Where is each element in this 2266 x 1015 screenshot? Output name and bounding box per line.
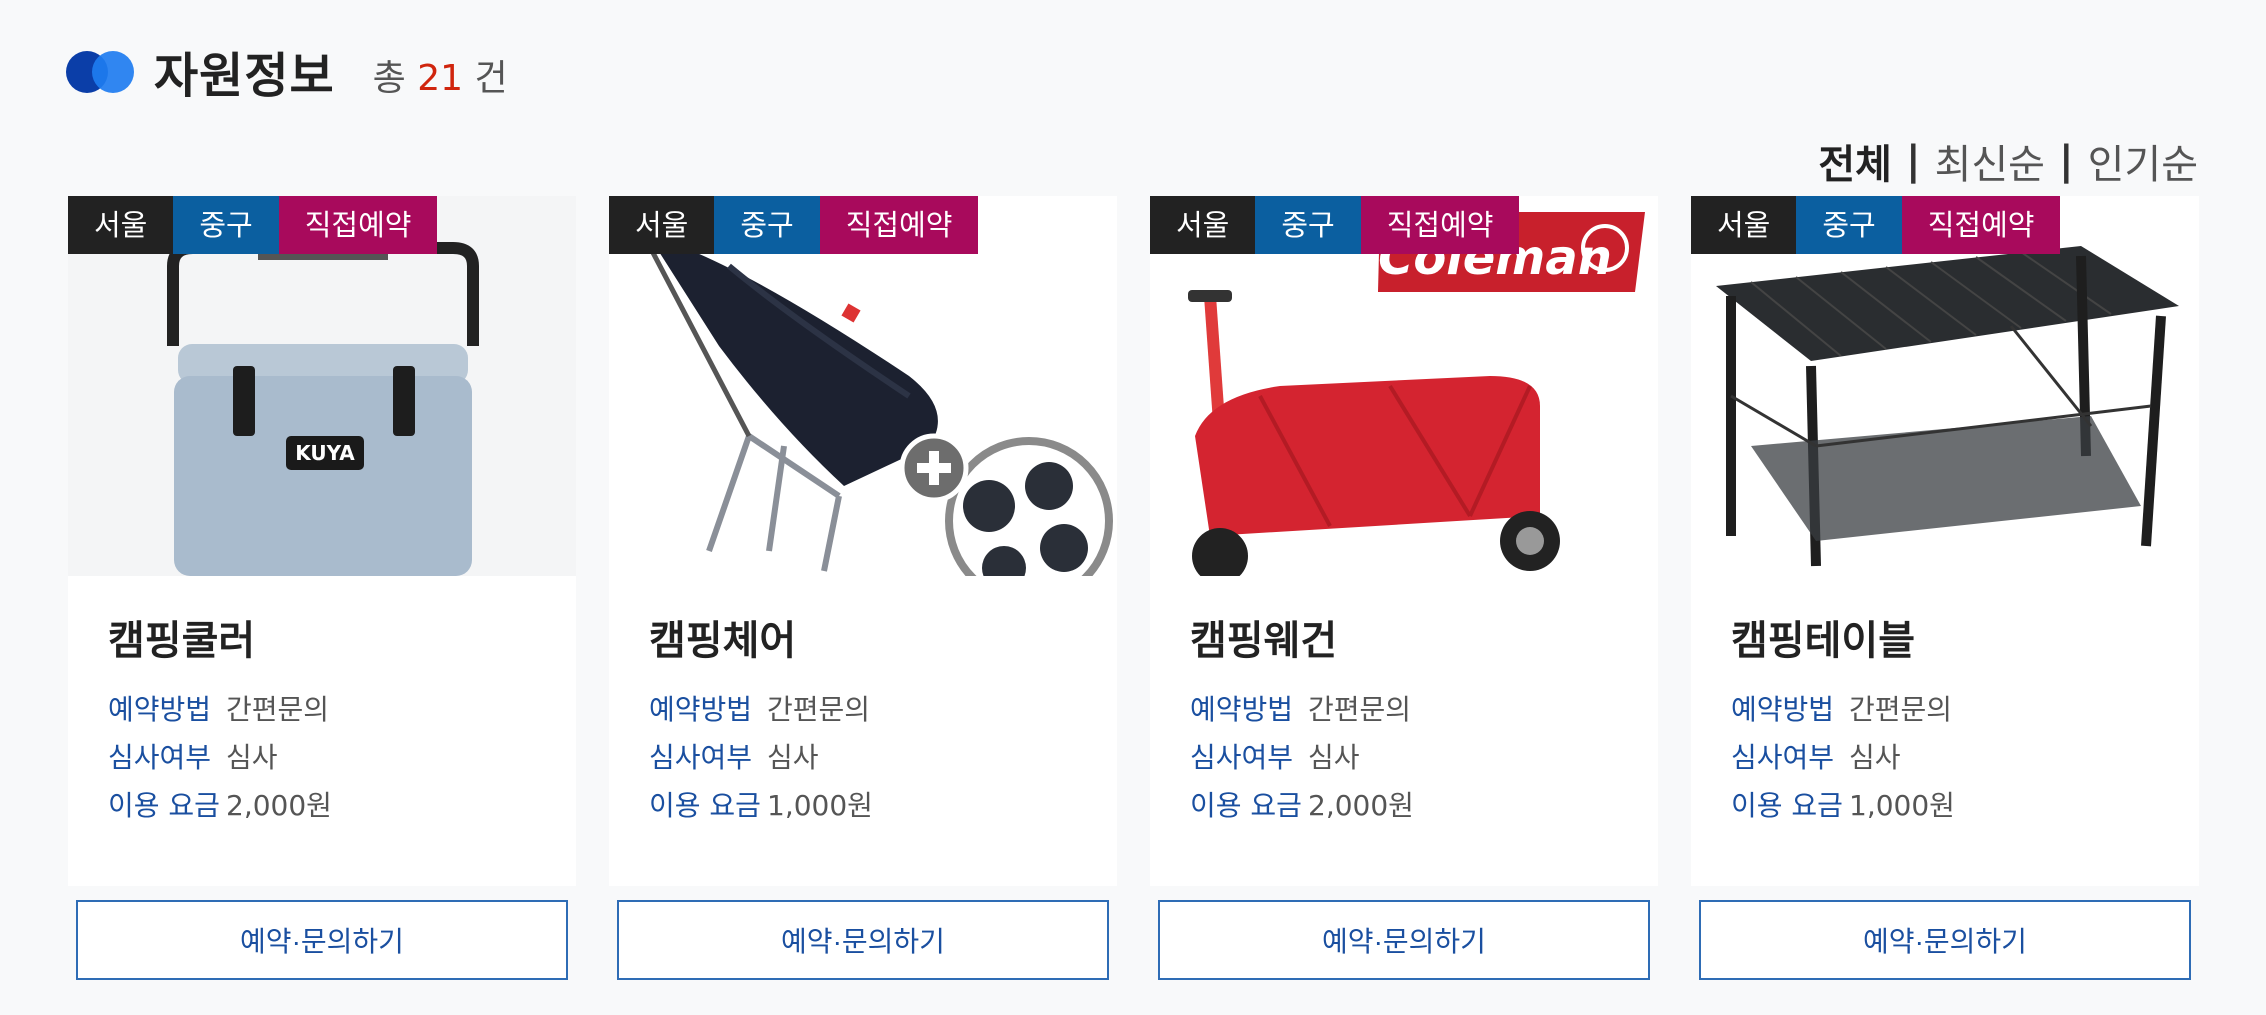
label-review: 심사여부: [108, 741, 212, 774]
sort-separator: |: [2058, 138, 2074, 184]
resource-info: 예약방법 간편문의 심사여부 심사 이용 요금 1,000원: [1731, 684, 1955, 828]
resource-name[interactable]: 캠핑테이블: [1731, 608, 1915, 666]
value-review: 심사: [1849, 741, 1901, 774]
tag-district: 중구: [1796, 196, 1902, 254]
resource-card[interactable]: KUYA 서울 중구 직접예약 캠핑쿨러 예약방법 간편문의 심사여부 심사 이용 …: [68, 196, 576, 980]
resource-card[interactable]: 서울 중구 직접예약 캠핑테이블 예약방법 간편문의 심사여부 심사 이용 요금 1,…: [1691, 196, 2199, 980]
tag-district: 중구: [1255, 196, 1361, 254]
total-count: 총 21 건: [373, 49, 508, 101]
section-header: 자원정보 총 21 건: [66, 36, 508, 106]
reserve-inquiry-button[interactable]: 예약·문의하기: [76, 900, 568, 980]
value-method: 간편문의: [226, 693, 330, 726]
value-fee: 2,000원: [226, 789, 332, 822]
tag-reserve-type: 직접예약: [278, 196, 438, 254]
sort-separator: |: [1905, 138, 1921, 184]
tag-region: 서울: [609, 196, 715, 254]
label-review: 심사여부: [1190, 741, 1294, 774]
tag-district: 중구: [714, 196, 820, 254]
value-fee: 1,000원: [767, 789, 873, 822]
label-method: 예약방법: [1731, 693, 1835, 726]
count-number: 21: [417, 58, 464, 99]
sort-popular[interactable]: 인기순: [2088, 132, 2198, 190]
sort-latest[interactable]: 최신순: [1935, 132, 2045, 190]
label-fee: 이용 요금: [108, 789, 220, 822]
label-method: 예약방법: [108, 693, 212, 726]
resource-card[interactable]: 서울 중구 직접예약 캠핑체어 예약방법 간편문의 심사여부 심사 이용 요금 1,0…: [609, 196, 1117, 980]
resource-name[interactable]: 캠핑체어: [649, 608, 796, 666]
value-method: 간편문의: [767, 693, 871, 726]
reserve-inquiry-button[interactable]: 예약·문의하기: [1699, 900, 2191, 980]
resource-info: 예약방법 간편문의 심사여부 심사 이용 요금 2,000원: [108, 684, 332, 828]
resource-grid: KUYA 서울 중구 직접예약 캠핑쿨러 예약방법 간편문의 심사여부 심사 이용 …: [68, 196, 2199, 980]
resource-card[interactable]: Coleman 서울 중구 직접예약 캠핑웨건 예약방법 간편문의 심사여부 심…: [1150, 196, 1658, 980]
value-fee: 1,000원: [1849, 789, 1955, 822]
label-method: 예약방법: [1190, 693, 1294, 726]
tag-region: 서울: [1691, 196, 1797, 254]
value-review: 심사: [1308, 741, 1360, 774]
card-tags: 서울 중구 직접예약: [1150, 196, 1520, 254]
reserve-inquiry-button[interactable]: 예약·문의하기: [617, 900, 1109, 980]
tag-district: 중구: [173, 196, 279, 254]
tag-region: 서울: [1150, 196, 1256, 254]
card-tags: 서울 중구 직접예약: [68, 196, 438, 254]
sort-options: 전체 | 최신순 | 인기순: [1818, 132, 2198, 190]
section-logo-icon: [66, 48, 134, 94]
count-prefix: 총: [372, 58, 406, 99]
tag-reserve-type: 직접예약: [1360, 196, 1520, 254]
page-title: 자원정보: [154, 48, 335, 104]
resource-name[interactable]: 캠핑웨건: [1190, 608, 1337, 666]
label-review: 심사여부: [649, 741, 753, 774]
tag-reserve-type: 직접예약: [819, 196, 979, 254]
reserve-inquiry-button[interactable]: 예약·문의하기: [1158, 900, 1650, 980]
count-suffix: 건: [474, 58, 508, 99]
value-review: 심사: [226, 741, 278, 774]
label-fee: 이용 요금: [1190, 789, 1302, 822]
value-method: 간편문의: [1849, 693, 1953, 726]
resource-info: 예약방법 간편문의 심사여부 심사 이용 요금 2,000원: [1190, 684, 1414, 828]
sort-all[interactable]: 전체: [1818, 132, 1892, 190]
label-method: 예약방법: [649, 693, 753, 726]
label-review: 심사여부: [1731, 741, 1835, 774]
card-tags: 서울 중구 직접예약: [609, 196, 979, 254]
cooler-brand-text: KUYA: [295, 441, 355, 465]
tag-reserve-type: 직접예약: [1901, 196, 2061, 254]
label-fee: 이용 요금: [1731, 789, 1843, 822]
card-tags: 서울 중구 직접예약: [1691, 196, 2061, 254]
tag-region: 서울: [68, 196, 174, 254]
value-fee: 2,000원: [1308, 789, 1414, 822]
value-method: 간편문의: [1308, 693, 1412, 726]
value-review: 심사: [767, 741, 819, 774]
resource-name[interactable]: 캠핑쿨러: [108, 608, 255, 666]
resource-info: 예약방법 간편문의 심사여부 심사 이용 요금 1,000원: [649, 684, 873, 828]
label-fee: 이용 요금: [649, 789, 761, 822]
